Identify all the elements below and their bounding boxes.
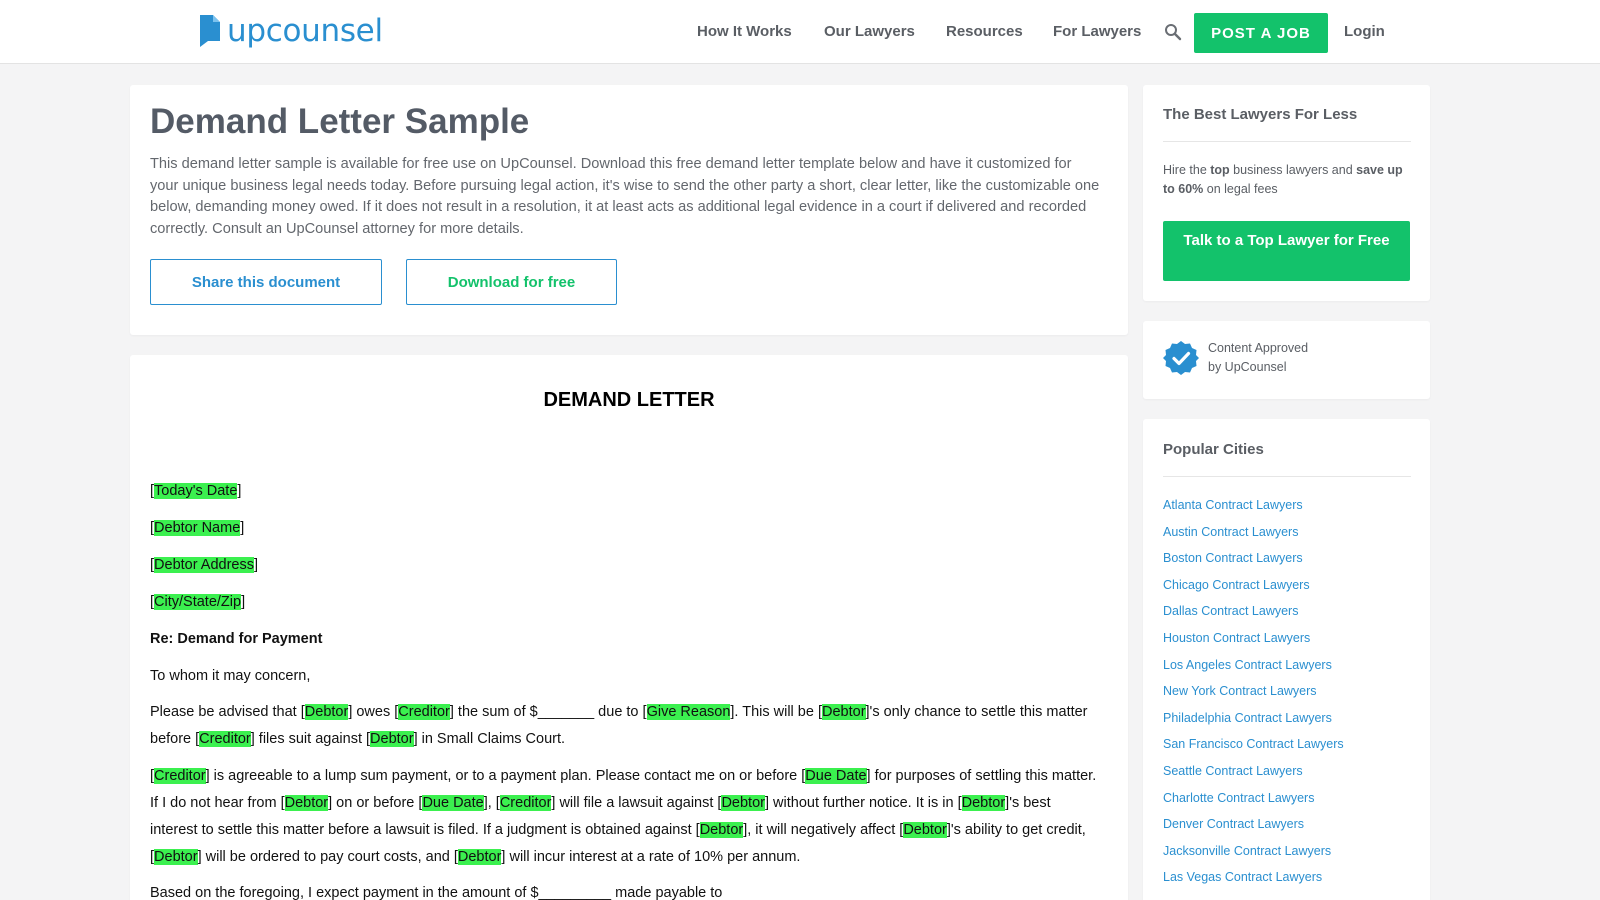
field-debtor-address: [Debtor Address] xyxy=(150,557,259,573)
placeholder-highlight: Due Date xyxy=(805,768,867,784)
best-lawyers-title: The Best Lawyers For Less xyxy=(1163,106,1358,123)
logo-icon xyxy=(200,15,220,47)
page-description: This demand letter sample is available f… xyxy=(150,156,1100,237)
city-link[interactable]: Los Angeles Contract Lawyers xyxy=(1163,658,1332,672)
letter-document: DEMAND LETTER [Today's Date] [Debtor Nam… xyxy=(130,355,1128,900)
approved-line-1: Content Approved xyxy=(1208,341,1309,355)
city-link[interactable]: Las Vegas Contract Lawyers xyxy=(1163,870,1322,884)
field-city-state-zip: [City/State/Zip] xyxy=(150,594,246,610)
paragraph-1-line-1: Please be advised that [Debtor] owes [Cr… xyxy=(150,704,1088,720)
placeholder-highlight: Debtor xyxy=(370,731,414,747)
top-navigation-bar: upcounsel How It Works Our Lawyers Resou… xyxy=(0,0,1600,64)
nav-for-lawyers[interactable]: For Lawyers xyxy=(1053,23,1141,40)
city-link[interactable]: Dallas Contract Lawyers xyxy=(1163,604,1298,618)
divider xyxy=(1163,476,1411,477)
post-a-job-button[interactable]: POST A JOB xyxy=(1194,13,1328,53)
download-button[interactable]: Download for free xyxy=(406,259,617,305)
hire-text: Hire the top business lawyers and save u… xyxy=(1163,163,1403,196)
divider xyxy=(1163,141,1411,142)
placeholder-highlight: Debtor Name xyxy=(154,520,241,536)
city-link[interactable]: Denver Contract Lawyers xyxy=(1163,817,1304,831)
bold-text: save up to 60% xyxy=(1163,163,1403,196)
city-link[interactable]: Jacksonville Contract Lawyers xyxy=(1163,844,1331,858)
city-link[interactable]: Atlanta Contract Lawyers xyxy=(1163,498,1303,512)
placeholder-highlight: Creditor xyxy=(154,768,206,784)
content-approved-text: Content Approved by UpCounsel xyxy=(1208,339,1308,377)
talk-to-lawyer-button[interactable]: Talk to a Top Lawyer for Free xyxy=(1163,221,1410,281)
content-approved-card: Content Approved by UpCounsel xyxy=(1143,321,1430,399)
placeholder-highlight: Due Date xyxy=(422,795,484,811)
city-link[interactable]: Houston Contract Lawyers xyxy=(1163,631,1310,645)
paragraph-2-line-2: If I do not hear from [Debtor] on or bef… xyxy=(150,795,1051,811)
nav-resources[interactable]: Resources xyxy=(946,23,1023,40)
city-link[interactable]: Philadelphia Contract Lawyers xyxy=(1163,711,1332,725)
city-link[interactable]: New York Contract Lawyers xyxy=(1163,684,1317,698)
placeholder-highlight: Debtor xyxy=(304,704,349,720)
placeholder-highlight: Debtor xyxy=(457,849,502,865)
field-debtor-name: [Debtor Name] xyxy=(150,520,245,536)
popular-cities-card: Popular Cities Atlanta Contract Lawyers A… xyxy=(1143,419,1430,900)
paragraph-2-line-4: [Debtor] will be ordered to pay court co… xyxy=(150,849,801,865)
paragraph-3: Based on the foregoing, I expect payment… xyxy=(150,885,723,900)
best-lawyers-card: The Best Lawyers For Less Hire the top b… xyxy=(1143,85,1430,301)
placeholder-highlight: Debtor xyxy=(903,822,947,838)
placeholder-highlight: City/State/Zip xyxy=(154,594,242,610)
letter-title: DEMAND LETTER xyxy=(543,389,715,411)
paragraph-2-line-3: interest to settle this matter before a … xyxy=(150,822,1086,838)
page-title: Demand Letter Sample xyxy=(150,102,530,141)
paragraph-1-line-2: before [Creditor] files suit against [De… xyxy=(150,731,566,747)
share-document-button[interactable]: Share this document xyxy=(150,259,382,305)
placeholder-highlight: Debtor xyxy=(961,795,1006,811)
approved-line-2: by UpCounsel xyxy=(1208,360,1287,374)
intro-card: Demand Letter Sample This demand letter … xyxy=(130,85,1128,335)
placeholder-highlight: Creditor xyxy=(398,704,450,720)
placeholder-highlight: Creditor xyxy=(499,795,552,811)
placeholder-highlight: Debtor xyxy=(822,704,866,720)
logo-text: upcounsel xyxy=(227,13,383,49)
nav-our-lawyers[interactable]: Our Lawyers xyxy=(824,23,915,40)
city-link[interactable]: Seattle Contract Lawyers xyxy=(1163,764,1303,778)
placeholder-highlight: Creditor xyxy=(199,731,251,747)
placeholder-highlight: Today's Date xyxy=(154,483,238,499)
placeholder-highlight: Debtor Address xyxy=(154,557,254,573)
placeholder-highlight: Debtor xyxy=(284,795,329,811)
logo-link[interactable]: upcounsel xyxy=(200,15,383,47)
city-link[interactable]: Austin Contract Lawyers xyxy=(1163,525,1298,539)
letter-greeting: To whom it may concern, xyxy=(150,668,311,684)
city-link[interactable]: Charlotte Contract Lawyers xyxy=(1163,791,1314,805)
city-link[interactable]: Boston Contract Lawyers xyxy=(1163,551,1303,565)
letter-subject: Re: Demand for Payment xyxy=(150,631,323,647)
placeholder-highlight: Debtor xyxy=(154,849,198,865)
verified-badge-icon xyxy=(1163,341,1199,375)
city-link[interactable]: San Francisco Contract Lawyers xyxy=(1163,737,1344,751)
paragraph-2-line-1: [Creditor] is agreeable to a lump sum pa… xyxy=(150,768,1097,784)
popular-cities-title: Popular Cities xyxy=(1163,441,1264,458)
placeholder-highlight: Give Reason xyxy=(646,704,731,720)
placeholder-highlight: Debtor xyxy=(699,822,744,838)
placeholder-highlight: Debtor xyxy=(721,795,765,811)
search-icon[interactable] xyxy=(1164,23,1182,41)
bold-text: top xyxy=(1210,163,1230,177)
nav-how-it-works[interactable]: How It Works xyxy=(697,23,792,40)
field-todays-date: [Today's Date] xyxy=(150,483,242,499)
city-link[interactable]: Chicago Contract Lawyers xyxy=(1163,578,1310,592)
login-link[interactable]: Login xyxy=(1344,23,1385,40)
